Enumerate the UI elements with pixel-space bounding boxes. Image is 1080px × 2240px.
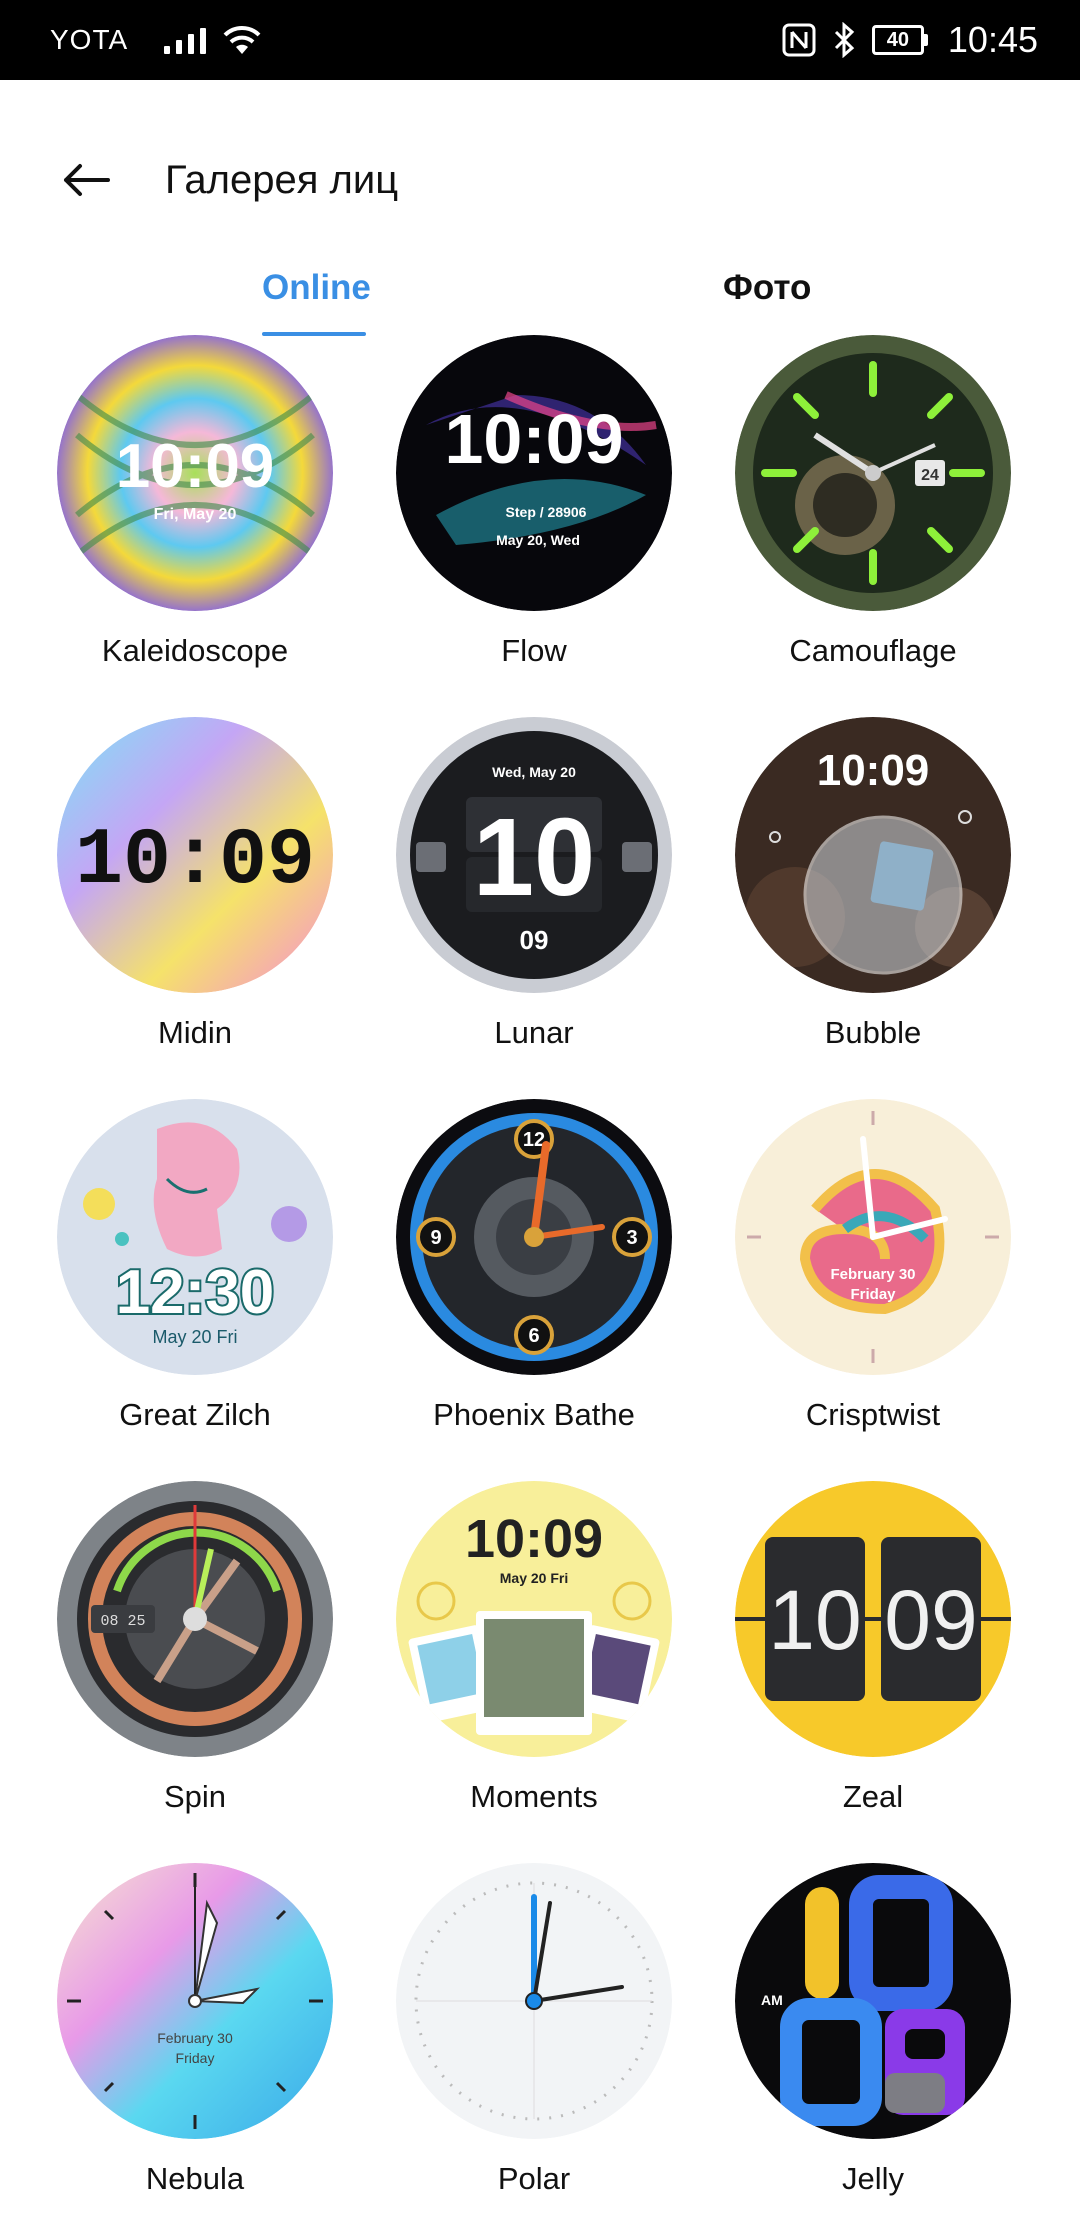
- watch-face-name: Kaleidoscope: [101, 633, 289, 668]
- flow-steps: Step / 28906: [506, 504, 587, 520]
- flow-time: 10:09: [444, 400, 623, 478]
- watch-face-name: Phoenix Bathe: [433, 1397, 635, 1432]
- watch-face-name: Nebula: [145, 2161, 245, 2196]
- battery-level: 40: [886, 28, 910, 51]
- crisptwist-date: February 30: [830, 1266, 915, 1283]
- watch-face-kaleidoscope[interactable]: 10:09 Fri, May 20 Kaleidoscope: [45, 335, 345, 668]
- watch-face-name: Crisptwist: [805, 1397, 941, 1432]
- kaleidoscope-date: Fri, May 20: [154, 506, 237, 523]
- jelly-ampm: AM: [761, 1992, 783, 2008]
- lunar-face-image: Wed, May 20 10 09: [396, 717, 672, 993]
- midin-face-image: 10:09: [57, 717, 333, 993]
- nebula-face-image: February 30 Friday: [57, 1863, 333, 2139]
- app-header: Галерея лиц: [0, 140, 1080, 220]
- watch-face-phoenix-bathe[interactable]: 12 3 6 9 Phoenix Bathe: [384, 1099, 684, 1432]
- phoenix-3: 3: [626, 1227, 637, 1249]
- kaleidoscope-time: 10:09: [116, 432, 275, 501]
- moments-time: 10:09: [465, 1509, 603, 1569]
- bluetooth-icon: [834, 22, 855, 58]
- watch-face-crisptwist[interactable]: February 30 Friday Crisptwist: [723, 1099, 1023, 1432]
- moments-date: May 20 Fri: [500, 1570, 568, 1586]
- zeal-face-image: 10 09: [735, 1481, 1011, 1757]
- bubble-time: 10:09: [817, 746, 930, 795]
- status-time: 10:45: [947, 19, 1038, 60]
- watch-face-name: Flow: [501, 633, 567, 668]
- watch-face-name: Jelly: [841, 2161, 904, 2196]
- watch-face-jelly[interactable]: AM Jelly: [723, 1863, 1023, 2196]
- nebula-date: February 30: [157, 2030, 233, 2046]
- lunar-minute: 09: [520, 925, 549, 955]
- arrow-left-icon[interactable]: [58, 158, 114, 202]
- watch-face-name: Great Zilch: [119, 1397, 271, 1432]
- spin-face-image: 08 25: [57, 1481, 333, 1757]
- nfc-icon: [782, 23, 816, 57]
- kaleidoscope-face-image: 10:09 Fri, May 20: [57, 335, 333, 611]
- tab-foto-label: Фото: [723, 268, 812, 307]
- camouflage-face-image: 24: [735, 335, 1011, 611]
- status-bar: YOTA 40 10:45: [0, 0, 1080, 80]
- midin-time: 10:09: [75, 816, 315, 907]
- nebula-day: Friday: [176, 2050, 215, 2066]
- watch-face-moments[interactable]: 10:09 May 20 Fri Moments: [384, 1481, 684, 1814]
- wifi-icon: [223, 25, 261, 54]
- jelly-face-image: AM: [735, 1863, 1011, 2139]
- watch-face-name: Spin: [163, 1779, 227, 1814]
- watch-face-name: Lunar: [494, 1015, 574, 1050]
- flow-face-image: 10:09 Step / 28906 May 20, Wed: [396, 335, 672, 611]
- battery-icon: 40: [871, 25, 928, 55]
- watch-face-name: Bubble: [824, 1015, 922, 1050]
- signal-icon: [164, 26, 207, 54]
- crisptwist-day: Friday: [850, 1286, 896, 1303]
- phoenix-9: 9: [430, 1227, 441, 1249]
- watch-face-name: Polar: [497, 2161, 571, 2196]
- watch-face-flow[interactable]: 10:09 Step / 28906 May 20, Wed Flow: [384, 335, 684, 668]
- watch-face-bubble[interactable]: 10:09 Bubble: [723, 717, 1023, 1050]
- watch-face-name: Camouflage: [789, 633, 957, 668]
- tab-online-label: Online: [262, 268, 371, 307]
- page-title: Галерея лиц: [165, 158, 399, 202]
- carrier-name: YOTA: [50, 24, 129, 55]
- lunar-date: Wed, May 20: [492, 764, 576, 780]
- tab-foto[interactable]: Фото: [723, 268, 811, 308]
- watch-face-name: Midin: [157, 1015, 233, 1050]
- great-zilch-date: May 20 Fri: [152, 1327, 237, 1347]
- lunar-hour: 10: [473, 796, 595, 919]
- watch-face-polar[interactable]: Polar: [384, 1863, 684, 2196]
- watch-face-lunar[interactable]: Wed, May 20 10 09 Lunar: [384, 717, 684, 1050]
- spin-time: 08 25: [100, 1613, 145, 1630]
- camouflage-day: 24: [921, 467, 939, 484]
- phoenix-6: 6: [528, 1325, 539, 1347]
- phoenix-bathe-face-image: 12 3 6 9: [396, 1099, 672, 1375]
- tab-online[interactable]: Online: [262, 268, 371, 336]
- zeal-hour: 10: [768, 1573, 861, 1667]
- watch-face-camouflage[interactable]: 24 Camouflage: [723, 335, 1023, 668]
- zeal-minute: 09: [884, 1573, 977, 1667]
- moments-face-image: 10:09 May 20 Fri: [396, 1481, 672, 1757]
- watch-face-spin[interactable]: 08 25 Spin: [45, 1481, 345, 1814]
- polar-face-image: [396, 1863, 672, 2139]
- watch-face-name: Zeal: [842, 1779, 904, 1814]
- watch-face-zeal[interactable]: 10 09 Zeal: [723, 1481, 1023, 1814]
- great-zilch-time: 12:30: [116, 1258, 275, 1327]
- crisptwist-face-image: February 30 Friday: [735, 1099, 1011, 1375]
- watch-face-great-zilch[interactable]: 12:30 May 20 Fri Great Zilch: [45, 1099, 345, 1432]
- flow-date: May 20, Wed: [496, 532, 580, 548]
- watch-face-midin[interactable]: 10:09 Midin: [45, 717, 345, 1050]
- great-zilch-face-image: 12:30 May 20 Fri: [57, 1099, 333, 1375]
- bubble-face-image: 10:09: [735, 717, 1011, 993]
- watch-face-nebula[interactable]: February 30 Friday Nebula: [45, 1863, 345, 2196]
- watch-face-name: Moments: [470, 1779, 598, 1814]
